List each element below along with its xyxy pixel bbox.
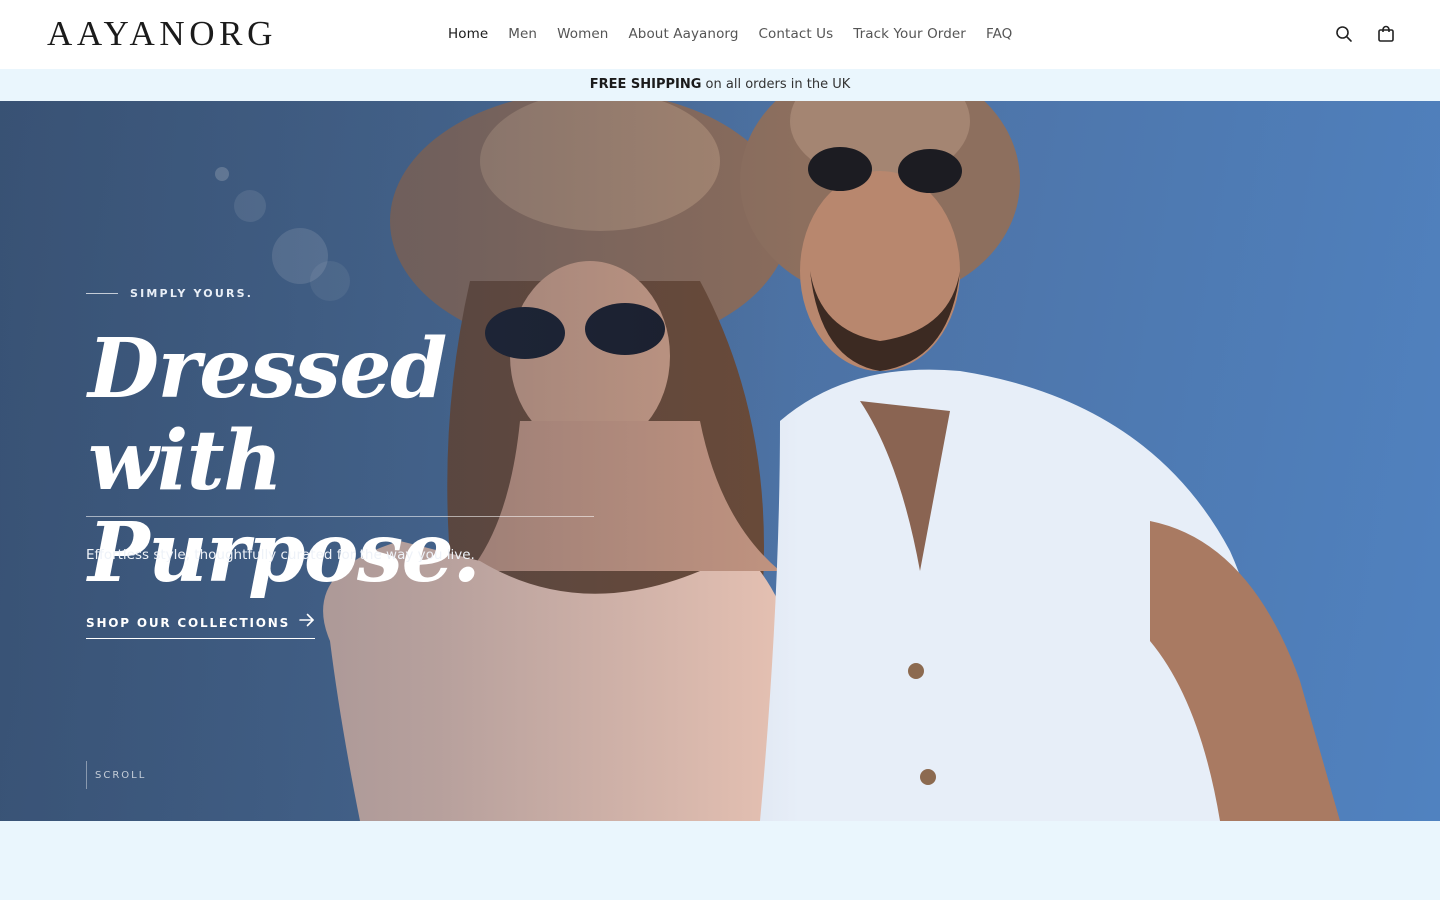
nav-item-women[interactable]: Women <box>557 24 608 44</box>
brand-logo[interactable]: AAYANORG <box>47 14 277 54</box>
promo-text: on all orders in the UK <box>701 77 851 92</box>
site-header: AAYANORG Home Men Women About Aayanorg C… <box>0 0 1440 69</box>
nav-item-about[interactable]: About Aayanorg <box>628 24 738 44</box>
headline-divider <box>86 516 594 517</box>
headline-line-1: Dressed with <box>88 321 447 509</box>
hero-subtext: Effortless style, thoughtfully curated f… <box>86 547 475 563</box>
scroll-indicator[interactable]: SCROLL <box>86 761 146 789</box>
eyebrow-text: SIMPLY YOURS. <box>130 287 254 300</box>
next-section <box>0 821 1440 900</box>
scroll-label: SCROLL <box>95 769 147 781</box>
nav-item-faq[interactable]: FAQ <box>986 24 1012 44</box>
promo-highlight: FREE SHIPPING <box>589 77 702 92</box>
nav-item-track-order[interactable]: Track Your Order <box>853 24 966 44</box>
hero-banner: SIMPLY YOURS. Dressed with Purpose. Effo… <box>0 101 1440 821</box>
promo-bar: FREE SHIPPING on all orders in the UK <box>0 69 1440 101</box>
nav-item-men[interactable]: Men <box>508 24 537 44</box>
search-icon[interactable] <box>1333 23 1355 45</box>
cta-label: SHOP OUR COLLECTIONS <box>86 615 291 630</box>
arrow-right-icon <box>299 613 315 632</box>
main-nav: Home Men Women About Aayanorg Contact Us… <box>448 24 1032 44</box>
shop-collections-button[interactable]: SHOP OUR COLLECTIONS <box>86 613 316 639</box>
nav-item-contact[interactable]: Contact Us <box>759 24 834 44</box>
eyebrow-rule <box>86 293 118 294</box>
shopping-bag-icon[interactable] <box>1375 23 1397 45</box>
nav-item-home[interactable]: Home <box>448 24 488 44</box>
hero-eyebrow: SIMPLY YOURS. <box>86 287 253 300</box>
